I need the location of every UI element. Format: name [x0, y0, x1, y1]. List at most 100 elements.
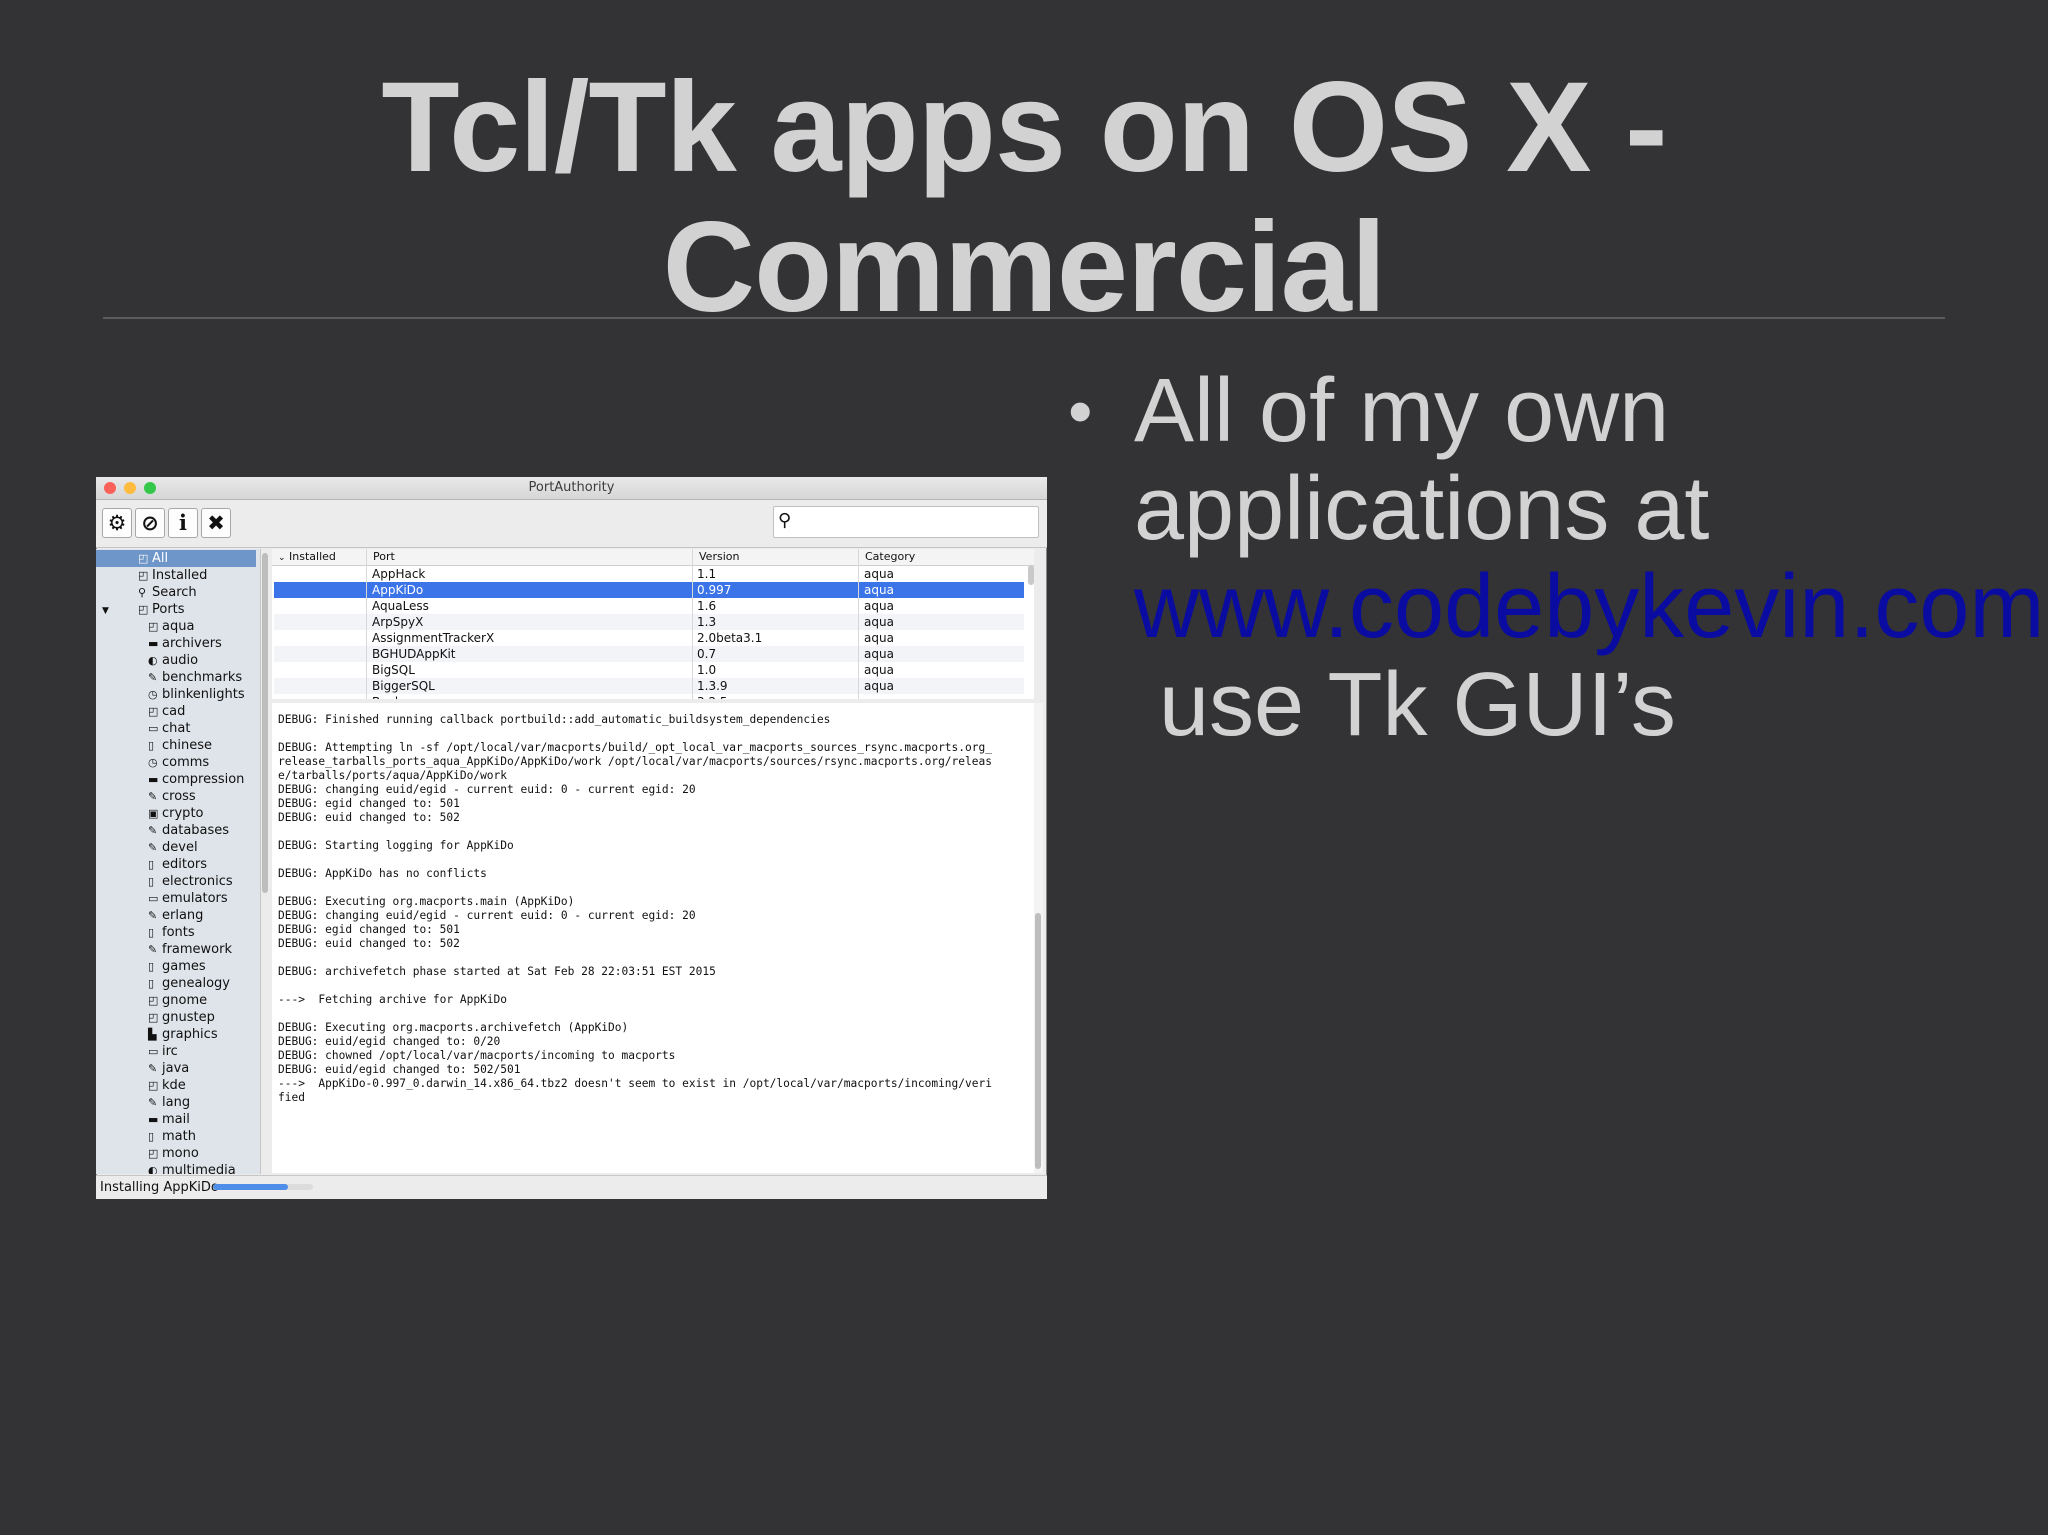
- cell-version: 1.3: [697, 615, 717, 629]
- sidebar-item-label: crypto: [162, 806, 204, 821]
- column-installed[interactable]: ⌄ Installed: [272, 549, 368, 565]
- sidebar-item-audio[interactable]: ◐ audio: [96, 652, 256, 669]
- sidebar-item-benchmarks[interactable]: ✎ benchmarks: [96, 669, 256, 686]
- column-port-label: Port: [373, 550, 395, 563]
- category-icon: ▯: [148, 960, 155, 973]
- category-icon: ◰: [138, 552, 149, 565]
- sidebar-scrollbar[interactable]: [261, 549, 269, 1174]
- sidebar-item-search[interactable]: ⚲ Search: [96, 584, 256, 601]
- column-divider: [366, 549, 367, 699]
- remove-button[interactable]: ✖: [201, 508, 231, 538]
- sidebar-item-archivers[interactable]: ▬ archivers: [96, 635, 256, 652]
- sidebar-item-label: genealogy: [162, 976, 230, 991]
- cell-category: aqua: [864, 599, 894, 613]
- zoom-window-button[interactable]: [144, 482, 156, 494]
- column-category-label: Category: [865, 550, 916, 563]
- sidebar-item-irc[interactable]: ▭ irc: [96, 1043, 256, 1060]
- sidebar-item-crypto[interactable]: ▣ crypto: [96, 805, 256, 822]
- sidebar-item-multimedia[interactable]: ◐ multimedia: [96, 1162, 256, 1174]
- sidebar-item-chinese[interactable]: ▯ chinese: [96, 737, 256, 754]
- sidebar-item-label: comms: [162, 755, 210, 770]
- log-scroll-thumb[interactable]: [1035, 913, 1041, 1169]
- cell-category: aqua: [864, 615, 894, 629]
- settings-button[interactable]: ⚙: [102, 508, 132, 538]
- build-log[interactable]: DEBUG: Finished running callback portbui…: [272, 703, 1034, 1173]
- cell-version: 0.997: [697, 583, 732, 597]
- table-row[interactable]: BiggerSQL 1.3.9 aqua: [274, 678, 1024, 694]
- sidebar-item-label: mono: [162, 1146, 199, 1161]
- column-port[interactable]: Port: [366, 549, 689, 565]
- table-row[interactable]: BigSQL 1.0 aqua: [274, 662, 1024, 678]
- sidebar-item-cad[interactable]: ◰ cad: [96, 703, 256, 720]
- sidebar-item-lang[interactable]: ✎ lang: [96, 1094, 256, 1111]
- sidebar-item-chat[interactable]: ▭ chat: [96, 720, 256, 737]
- table-scroll-thumb[interactable]: [1028, 565, 1034, 585]
- sidebar-item-graphics[interactable]: ▙ graphics: [96, 1026, 256, 1043]
- sidebar-item-all[interactable]: ◰ All: [96, 550, 256, 567]
- gear-icon: ⚙: [107, 511, 127, 535]
- sidebar-item-editors[interactable]: ▯ editors: [96, 856, 256, 873]
- cell-category: aqua: [864, 694, 894, 699]
- table-row[interactable]: AssignmentTrackerX 2.0beta3.1 aqua: [274, 630, 1024, 646]
- table-row[interactable]: AppHack 1.1 aqua: [274, 566, 1024, 582]
- minimize-window-button[interactable]: [124, 482, 136, 494]
- table-row[interactable]: Books 3.2.5c aqua: [274, 694, 1024, 699]
- column-category[interactable]: Category: [858, 549, 1034, 565]
- sidebar-item-label: mail: [162, 1112, 190, 1127]
- cancel-button[interactable]: ⊘: [135, 508, 165, 538]
- disclosure-triangle-icon[interactable]: ▼: [102, 606, 109, 616]
- table-row[interactable]: AquaLess 1.6 aqua: [274, 598, 1024, 614]
- sidebar-item-emulators[interactable]: ▭ emulators: [96, 890, 256, 907]
- category-icon: ▬: [148, 1113, 159, 1126]
- window-titlebar[interactable]: PortAuthority: [96, 477, 1047, 500]
- progress-fill: [213, 1184, 288, 1190]
- sidebar-item-mono[interactable]: ◰ mono: [96, 1145, 256, 1162]
- sidebar-item-cross[interactable]: ✎ cross: [96, 788, 256, 805]
- sidebar-item-genealogy[interactable]: ▯ genealogy: [96, 975, 256, 992]
- sidebar-item-comms[interactable]: ◷ comms: [96, 754, 256, 771]
- sidebar-item-label: framework: [162, 942, 233, 957]
- cell-category: aqua: [864, 583, 894, 597]
- table-row[interactable]: ArpSpyX 1.3 aqua: [274, 614, 1024, 630]
- bullet-text: All of my own applications at www.codeby…: [1134, 362, 2044, 754]
- search-field[interactable]: ⚲: [773, 506, 1039, 538]
- info-icon: i: [179, 510, 187, 535]
- cell-port: AppKiDo: [372, 583, 424, 597]
- sidebar-scroll-thumb[interactable]: [262, 553, 268, 893]
- sidebar-item-electronics[interactable]: ▯ electronics: [96, 873, 256, 890]
- website-link[interactable]: www.codebykevin.com: [1134, 558, 2044, 656]
- sidebar-item-gnome[interactable]: ◰ gnome: [96, 992, 256, 1009]
- sidebar-item-label: games: [162, 959, 206, 974]
- sidebar-item-mail[interactable]: ▬ mail: [96, 1111, 256, 1128]
- sidebar-item-aqua[interactable]: ◰ aqua: [96, 618, 256, 635]
- sidebar-item-label: Installed: [152, 568, 208, 583]
- sidebar-item-framework[interactable]: ✎ framework: [96, 941, 256, 958]
- cell-category: aqua: [864, 647, 894, 661]
- sidebar-item-erlang[interactable]: ✎ erlang: [96, 907, 256, 924]
- search-input[interactable]: [800, 511, 1034, 533]
- sidebar-item-java[interactable]: ✎ java: [96, 1060, 256, 1077]
- sidebar-item-label: compression: [162, 772, 245, 787]
- column-version[interactable]: Version: [692, 549, 859, 565]
- sidebar-item-compression[interactable]: ▬ compression: [96, 771, 256, 788]
- sidebar-item-blinkenlights[interactable]: ◷ blinkenlights: [96, 686, 256, 703]
- sidebar-item-gnustep[interactable]: ◰ gnustep: [96, 1009, 256, 1026]
- close-window-button[interactable]: [104, 482, 116, 494]
- category-icon: ▯: [148, 977, 155, 990]
- log-scrollbar[interactable]: [1034, 703, 1043, 1173]
- sidebar-item-math[interactable]: ▯ math: [96, 1128, 256, 1145]
- sidebar-item-databases[interactable]: ✎ databases: [96, 822, 256, 839]
- info-button[interactable]: i: [168, 508, 198, 538]
- sidebar-item-devel[interactable]: ✎ devel: [96, 839, 256, 856]
- sidebar-item-games[interactable]: ▯ games: [96, 958, 256, 975]
- sidebar-item-label: blinkenlights: [162, 687, 245, 702]
- sidebar-item-label: cross: [162, 789, 196, 804]
- sidebar-item-installed[interactable]: ◰ Installed: [96, 567, 256, 584]
- category-icon: ✎: [148, 841, 158, 854]
- cell-port: Books: [372, 694, 408, 699]
- table-row[interactable]: BGHUDAppKit 0.7 aqua: [274, 646, 1024, 662]
- sidebar-item-ports[interactable]: ▼ ◰ Ports: [96, 601, 256, 618]
- sidebar-item-kde[interactable]: ◰ kde: [96, 1077, 256, 1094]
- table-row[interactable]: AppKiDo 0.997 aqua: [274, 582, 1024, 598]
- sidebar-item-fonts[interactable]: ▯ fonts: [96, 924, 256, 941]
